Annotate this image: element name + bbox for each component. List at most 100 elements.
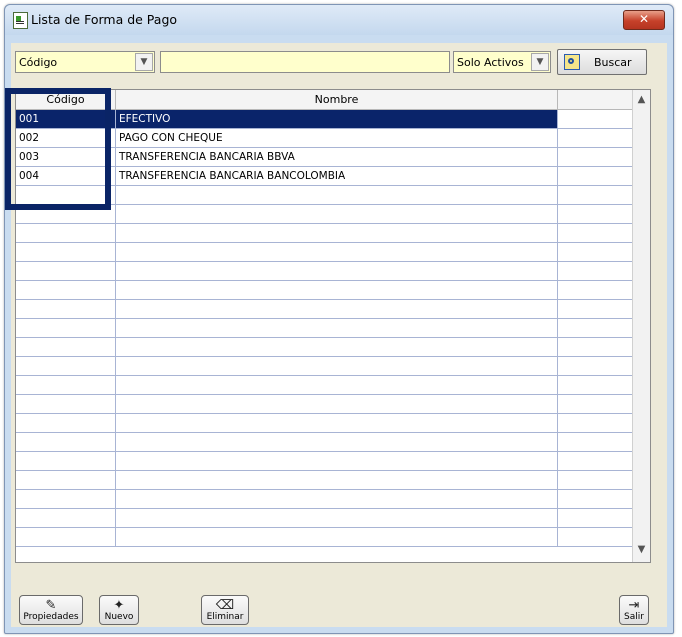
name-cell[interactable] (116, 300, 558, 318)
empty-table-row[interactable] (16, 452, 634, 471)
delete-button[interactable]: ⌫ Eliminar (201, 595, 249, 625)
extra-cell (558, 186, 634, 204)
empty-table-row[interactable] (16, 357, 634, 376)
exit-button[interactable]: ⇥ Salir (619, 595, 649, 625)
chevron-down-icon[interactable]: ▼ (531, 53, 549, 71)
client-area: Código ▼ Solo Activos ▼ Buscar Código No… (11, 43, 667, 627)
code-cell[interactable] (16, 319, 116, 337)
extra-cell (558, 148, 634, 166)
name-cell[interactable] (116, 224, 558, 242)
empty-table-row[interactable] (16, 338, 634, 357)
name-cell[interactable] (116, 357, 558, 375)
code-cell[interactable] (16, 224, 116, 242)
extra-cell (558, 224, 634, 242)
code-cell[interactable] (16, 452, 116, 470)
properties-button-label: Propiedades (23, 612, 79, 622)
status-filter-select[interactable]: Solo Activos ▼ (453, 51, 551, 73)
empty-table-row[interactable] (16, 528, 634, 547)
name-cell[interactable]: PAGO CON CHEQUE (116, 129, 558, 147)
name-cell[interactable]: TRANSFERENCIA BANCARIA BANCOLOMBIA (116, 167, 558, 185)
window-title: Lista de Forma de Pago (31, 12, 178, 27)
empty-table-row[interactable] (16, 319, 634, 338)
close-button[interactable]: ✕ (623, 10, 665, 30)
vertical-scrollbar[interactable]: ▲ ▼ (632, 90, 650, 562)
code-cell[interactable] (16, 376, 116, 394)
name-cell[interactable] (116, 243, 558, 261)
name-cell[interactable] (116, 528, 558, 546)
empty-table-row[interactable] (16, 471, 634, 490)
name-cell[interactable] (116, 490, 558, 508)
name-cell[interactable] (116, 186, 558, 204)
table-row[interactable]: 001 EFECTIVO (16, 110, 634, 129)
extra-cell (558, 281, 634, 299)
scroll-up-icon[interactable]: ▲ (635, 94, 648, 108)
code-cell[interactable] (16, 281, 116, 299)
code-cell[interactable] (16, 414, 116, 432)
extra-cell (558, 414, 634, 432)
code-cell[interactable] (16, 528, 116, 546)
new-button[interactable]: ✦ Nuevo (99, 595, 139, 625)
code-cell[interactable]: 001 (16, 110, 116, 128)
code-cell[interactable] (16, 357, 116, 375)
table-row[interactable]: 003 TRANSFERENCIA BANCARIA BBVA (16, 148, 634, 167)
empty-table-row[interactable] (16, 224, 634, 243)
empty-table-row[interactable] (16, 300, 634, 319)
column-header-name[interactable]: Nombre (116, 90, 558, 110)
main-window: Lista de Forma de Pago ✕ Código ▼ Solo A… (4, 4, 674, 634)
code-cell[interactable] (16, 186, 116, 204)
empty-table-row[interactable] (16, 414, 634, 433)
empty-table-row[interactable] (16, 395, 634, 414)
empty-table-row[interactable] (16, 509, 634, 528)
name-cell[interactable] (116, 471, 558, 489)
name-cell[interactable] (116, 281, 558, 299)
empty-table-row[interactable] (16, 186, 634, 205)
name-cell[interactable] (116, 395, 558, 413)
code-cell[interactable] (16, 205, 116, 223)
empty-table-row[interactable] (16, 205, 634, 224)
search-input[interactable] (160, 51, 450, 73)
column-header-code[interactable]: Código (16, 90, 116, 110)
empty-table-row[interactable] (16, 433, 634, 452)
code-cell[interactable]: 004 (16, 167, 116, 185)
name-cell[interactable] (116, 414, 558, 432)
empty-table-row[interactable] (16, 376, 634, 395)
name-cell[interactable] (116, 205, 558, 223)
name-cell[interactable] (116, 338, 558, 356)
properties-button[interactable]: ✎ Propiedades (19, 595, 83, 625)
search-button[interactable]: Buscar (557, 49, 647, 75)
code-cell[interactable]: 003 (16, 148, 116, 166)
code-cell[interactable] (16, 509, 116, 527)
scroll-down-icon[interactable]: ▼ (635, 544, 648, 558)
search-field-select[interactable]: Código ▼ (15, 51, 155, 73)
name-cell[interactable] (116, 433, 558, 451)
table-row[interactable]: 002 PAGO CON CHEQUE (16, 129, 634, 148)
code-cell[interactable] (16, 395, 116, 413)
name-cell[interactable]: TRANSFERENCIA BANCARIA BBVA (116, 148, 558, 166)
code-cell[interactable] (16, 490, 116, 508)
code-cell[interactable] (16, 338, 116, 356)
status-filter-value: Solo Activos (457, 56, 524, 69)
empty-table-row[interactable] (16, 262, 634, 281)
extra-cell (558, 509, 634, 527)
table-row[interactable]: 004 TRANSFERENCIA BANCARIA BANCOLOMBIA (16, 167, 634, 186)
code-cell[interactable] (16, 243, 116, 261)
payment-methods-grid[interactable]: Código Nombre 001 EFECTIVO 002 PAGO CON CHE… (15, 89, 651, 563)
empty-table-row[interactable] (16, 243, 634, 262)
code-cell[interactable]: 002 (16, 129, 116, 147)
code-cell[interactable] (16, 471, 116, 489)
name-cell[interactable] (116, 509, 558, 527)
chevron-down-icon[interactable]: ▼ (135, 53, 153, 71)
name-cell[interactable] (116, 319, 558, 337)
code-cell[interactable] (16, 262, 116, 280)
title-bar[interactable]: Lista de Forma de Pago ✕ (5, 5, 673, 35)
name-cell[interactable] (116, 376, 558, 394)
name-cell[interactable] (116, 262, 558, 280)
exit-button-label: Salir (624, 612, 644, 622)
empty-table-row[interactable] (16, 490, 634, 509)
name-cell[interactable] (116, 452, 558, 470)
empty-table-row[interactable] (16, 281, 634, 300)
code-cell[interactable] (16, 300, 116, 318)
filter-bar: Código ▼ Solo Activos ▼ Buscar (15, 49, 649, 77)
code-cell[interactable] (16, 433, 116, 451)
name-cell[interactable]: EFECTIVO (116, 110, 558, 128)
